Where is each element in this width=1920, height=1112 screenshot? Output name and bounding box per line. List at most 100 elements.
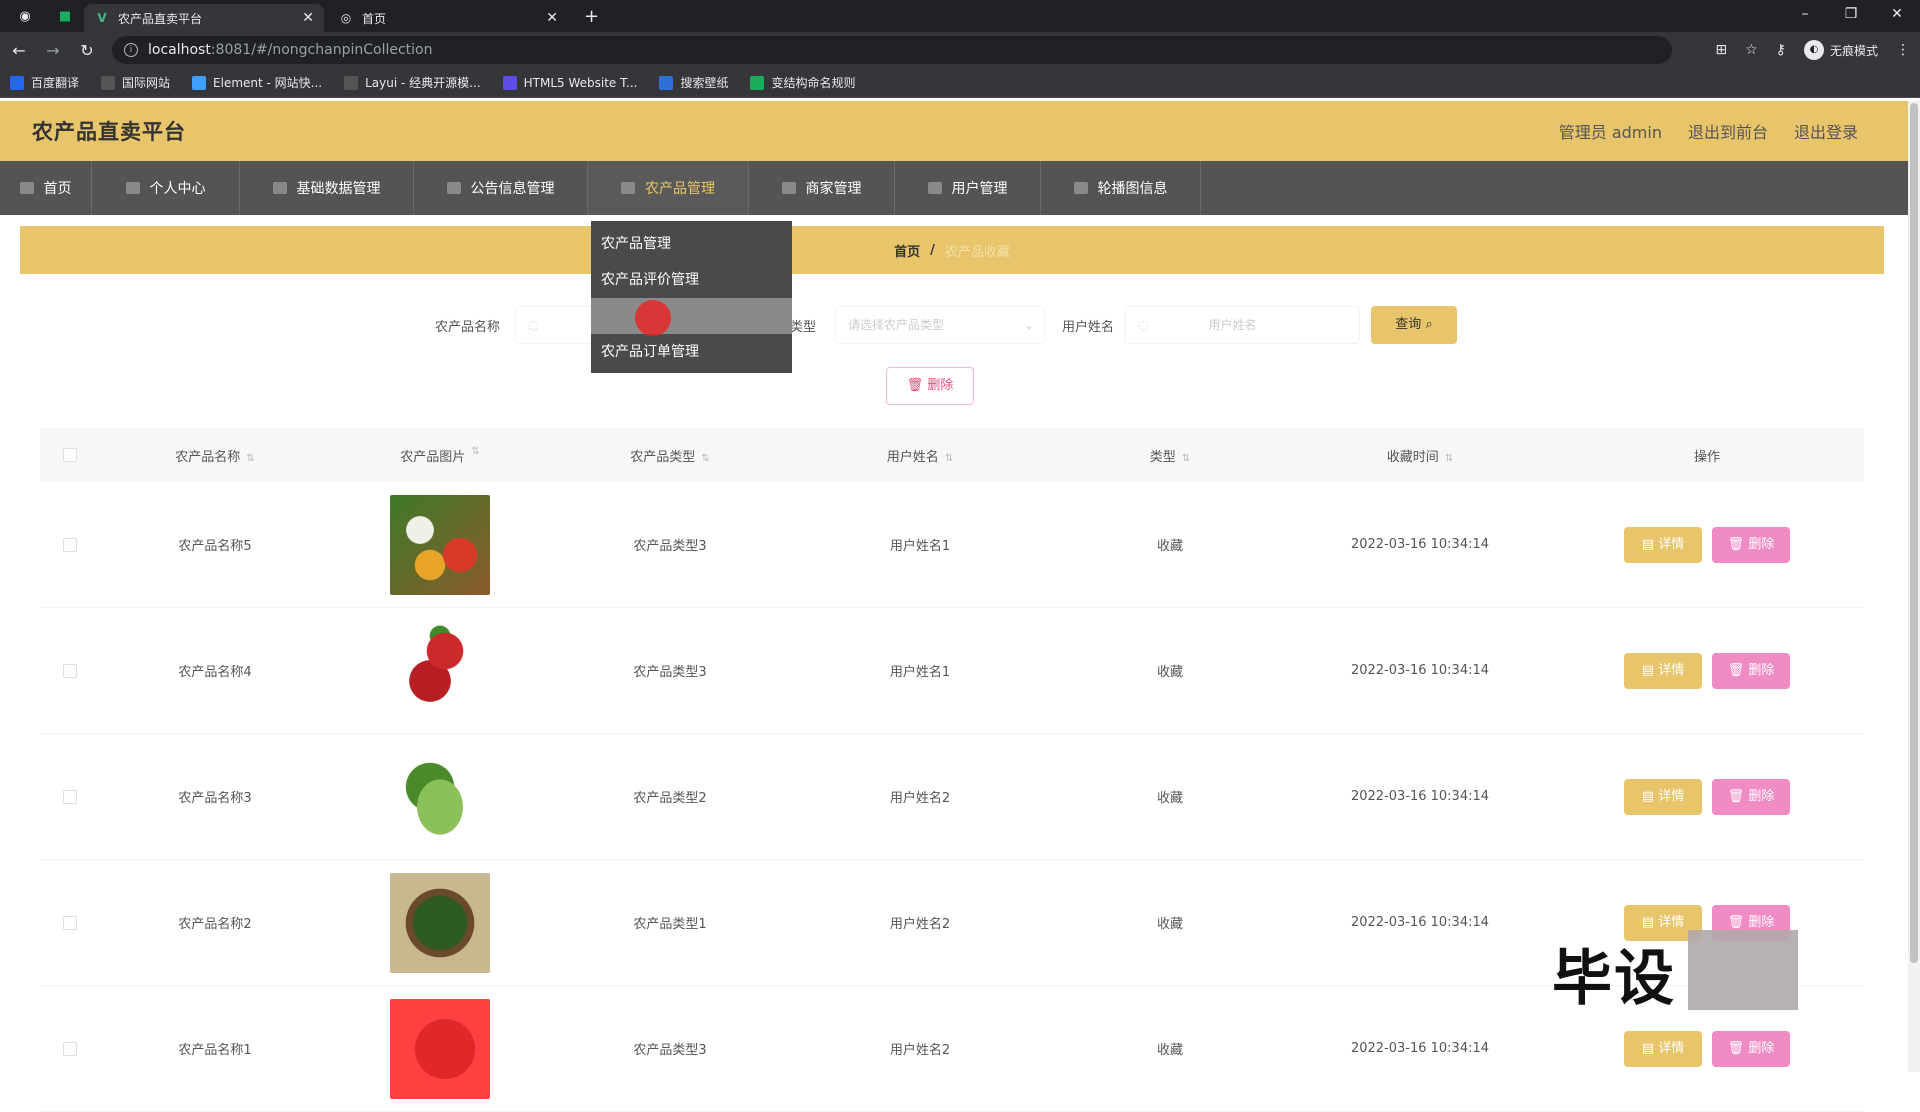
submenu-product-collection[interactable] <box>591 298 792 336</box>
row-checkbox[interactable] <box>63 915 77 930</box>
product-image <box>390 494 490 595</box>
browser-tab-active[interactable]: V 农产品直卖平台 ✕ <box>84 4 324 32</box>
menu-item-notices[interactable]: 公告信息管理 <box>414 161 588 215</box>
logout-link[interactable]: 退出登录 <box>1794 119 1858 143</box>
cell-collect-time: 2022-03-16 10:34:14 <box>1350 537 1490 552</box>
header-product-image[interactable]: 农产品图片 ⇅ <box>330 446 550 465</box>
blurred-watermark-region <box>1688 930 1798 1010</box>
detail-icon: ▤ <box>1641 662 1655 678</box>
element-icon <box>192 75 207 90</box>
trash-icon: 🗑 <box>1727 788 1745 804</box>
page-scrollbar[interactable] <box>1908 101 1920 1072</box>
row-checkbox[interactable] <box>63 789 77 804</box>
header-kind[interactable]: 类型 ⇅ <box>1050 446 1290 465</box>
menu-item-basic-data[interactable]: 基础数据管理 <box>240 161 414 215</box>
bookmark-item[interactable]: Element - 网站快... <box>192 74 322 91</box>
translate-icon[interactable]: ⊞ <box>1715 42 1727 58</box>
forward-icon[interactable]: → <box>38 41 68 60</box>
bookmark-item[interactable]: 变结构命名规则 <box>750 74 855 91</box>
select-all-checkbox[interactable] <box>63 448 77 462</box>
header-links: 管理员 admin 退出到前台 退出登录 <box>1559 119 1858 143</box>
delete-button[interactable]: 🗑 删除 <box>1712 1030 1790 1067</box>
site-info-icon[interactable]: i <box>124 43 138 57</box>
breadcrumb-home[interactable]: 首页 <box>894 241 920 260</box>
watermark-text: 毕设 <box>1552 944 1676 1014</box>
tab-close-icon[interactable]: ✕ <box>546 10 558 26</box>
menu-item-merchants[interactable]: 商家管理 <box>749 161 895 215</box>
detail-button[interactable]: ▤ 详情 <box>1624 778 1702 815</box>
row-checkbox[interactable] <box>63 537 77 552</box>
browser-tab[interactable]: ◎ 首页 ✕ <box>328 4 568 32</box>
header-operations: 操作 <box>1693 449 1720 465</box>
submenu-product-review[interactable]: 农产品评价管理 <box>591 262 792 298</box>
close-window-icon[interactable]: ✕ <box>1874 0 1920 32</box>
bookmark-star-icon[interactable]: ☆ <box>1745 42 1758 58</box>
new-tab-icon[interactable]: + <box>584 6 599 27</box>
cell-collect-time: 2022-03-16 10:34:14 <box>1350 663 1490 678</box>
back-to-frontend-link[interactable]: 退出到前台 <box>1688 119 1768 143</box>
submenu-product-order[interactable]: 农产品订单管理 <box>591 334 792 370</box>
reload-icon[interactable]: ↻ <box>72 41 102 60</box>
detail-button[interactable]: ▤ 详情 <box>1624 1030 1702 1067</box>
detail-icon: ▤ <box>1641 1040 1655 1056</box>
menu-item-users[interactable]: 用户管理 <box>895 161 1041 215</box>
layui-icon <box>344 75 359 90</box>
more-menu-icon[interactable]: ⋮ <box>1896 42 1910 58</box>
query-button[interactable]: 查询 ⌕ <box>1371 306 1457 344</box>
bookmark-icon <box>10 75 24 90</box>
product-image <box>390 872 490 973</box>
sort-icon: ⇅ <box>1444 452 1454 464</box>
users-icon <box>927 182 942 194</box>
header-product-type[interactable]: 农产品类型 ⇅ <box>550 446 790 465</box>
url-field[interactable]: i localhost :8081/#/nongchanpinCollectio… <box>112 36 1672 64</box>
scrollbar-thumb[interactable] <box>1910 103 1918 963</box>
menu-item-home[interactable]: 首页 <box>0 161 92 215</box>
detail-icon: ▤ <box>1641 914 1655 930</box>
bookmark-item[interactable]: 百度翻译 <box>10 74 79 91</box>
menu-item-products[interactable]: 农产品管理 <box>588 161 749 215</box>
trash-icon: 🗑 <box>906 378 924 393</box>
cell-kind: 收藏 <box>1156 917 1183 932</box>
back-icon[interactable]: ← <box>4 41 34 60</box>
delete-button[interactable]: 🗑 删除 <box>1712 526 1790 563</box>
submenu-product-manage[interactable]: 农产品管理 <box>591 226 792 262</box>
bookmark-item[interactable]: 搜索壁纸 <box>659 74 728 91</box>
header-user-name[interactable]: 用户姓名 ⇅ <box>790 446 1050 465</box>
product-image <box>390 620 490 721</box>
key-icon[interactable]: ⚷ <box>1776 42 1786 58</box>
minimize-icon[interactable]: – <box>1782 0 1828 32</box>
table-row: 农产品名称3 农产品类型2 用户姓名2 收藏 2022-03-16 10:34:… <box>40 734 1864 860</box>
bookmark-item[interactable]: HTML5 Website T... <box>502 75 637 90</box>
trash-icon: 🗑 <box>1727 662 1745 678</box>
menu-item-carousel[interactable]: 轮播图信息 <box>1041 161 1201 215</box>
notice-icon <box>446 182 461 194</box>
row-checkbox[interactable] <box>63 1041 77 1056</box>
vue-favicon-icon: V <box>97 11 107 25</box>
header-collect-time[interactable]: 收藏时间 ⇅ <box>1290 446 1550 465</box>
product-name-label: 农产品名称 <box>435 320 501 335</box>
header-product-name[interactable]: 农产品名称 ⇅ <box>100 446 330 465</box>
type-select[interactable]: 请选择农产品类型 ⌄ <box>835 306 1045 344</box>
incognito-indicator[interactable]: ◐ 无痕模式 <box>1803 40 1878 60</box>
pinned-tab-icon[interactable]: ■ <box>54 5 76 27</box>
browser-menu-icon[interactable]: ◉ <box>14 5 36 27</box>
restore-icon[interactable]: ❐ <box>1828 0 1874 32</box>
breadcrumb-current: 农产品收藏 <box>944 244 1010 260</box>
chevron-down-icon: ⌄ <box>1023 318 1034 332</box>
menu-item-profile[interactable]: 个人中心 <box>92 161 240 215</box>
delete-button[interactable]: 🗑 删除 <box>1712 652 1790 689</box>
app-header: 农产品直卖平台 管理员 admin 退出到前台 退出登录 <box>0 101 1908 161</box>
app-title: 农产品直卖平台 <box>32 120 186 144</box>
user-name-input[interactable]: ◌ 用户姓名 <box>1125 306 1360 344</box>
tab-close-icon[interactable]: ✕ <box>302 10 314 26</box>
bookmark-item[interactable]: Layui - 经典开源模... <box>344 74 481 91</box>
bookmark-item[interactable]: 国际网站 <box>101 74 170 91</box>
detail-button[interactable]: ▤ 详情 <box>1624 652 1702 689</box>
batch-delete-button[interactable]: 🗑 删除 <box>886 367 974 405</box>
row-checkbox[interactable] <box>63 663 77 678</box>
detail-button[interactable]: ▤ 详情 <box>1624 526 1702 563</box>
trash-icon: 🗑 <box>1727 914 1745 930</box>
cell-user-name: 用户姓名1 <box>889 539 951 554</box>
folder-icon <box>101 75 116 90</box>
delete-button[interactable]: 🗑 删除 <box>1712 778 1790 815</box>
